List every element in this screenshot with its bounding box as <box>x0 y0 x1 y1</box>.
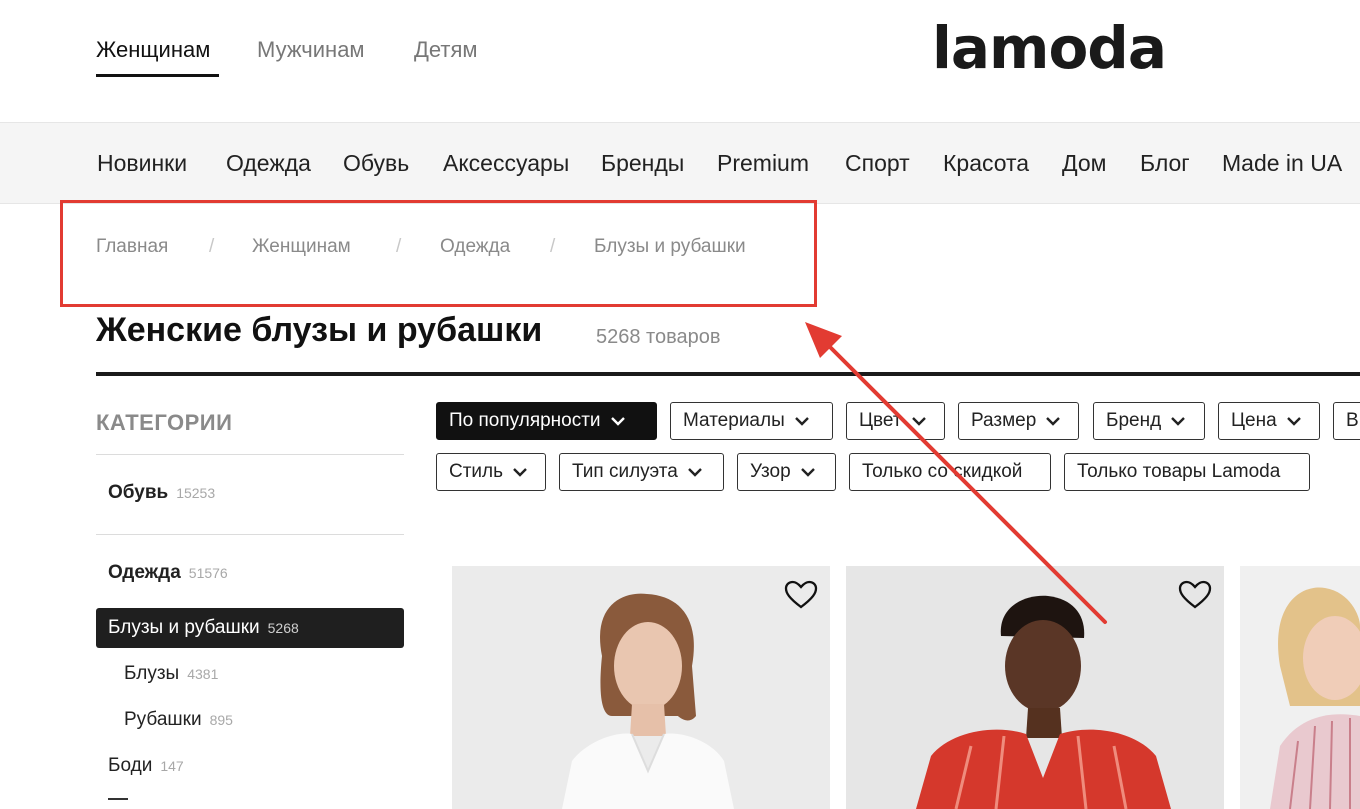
tab-kids[interactable]: Детям <box>414 37 478 63</box>
chip-label: В <box>1346 410 1359 431</box>
nav-item-home[interactable]: Дом <box>1062 150 1106 177</box>
nav-item-beauty[interactable]: Красота <box>943 150 1029 177</box>
chevron-down-icon <box>1286 417 1301 426</box>
filter-pattern[interactable]: Узор <box>737 453 836 491</box>
sidebar-item-partial <box>108 798 128 809</box>
sidebar-item-label: Обувь <box>108 482 169 503</box>
product-card[interactable] <box>452 566 830 809</box>
chevron-down-icon <box>687 468 702 477</box>
chevron-down-icon <box>800 468 815 477</box>
sidebar-item-active: Блузы и рубашки 5268 <box>108 617 299 639</box>
sidebar-item-shoes[interactable]: Обувь 15253 <box>108 482 215 504</box>
sidebar-item-label: Рубашки <box>124 709 202 730</box>
sidebar-item-blouses-shirts[interactable]: Блузы и рубашки 5268 <box>96 608 404 648</box>
product-photo <box>846 566 1224 809</box>
filter-materials[interactable]: Материалы <box>670 402 833 440</box>
nav-item-accessories[interactable]: Аксессуары <box>443 150 569 177</box>
sidebar-item-label: Боди <box>108 755 153 776</box>
nav-item-premium[interactable]: Premium <box>717 150 809 177</box>
chevron-down-icon <box>1171 417 1186 426</box>
sidebar-item-shirts[interactable]: Рубашки 895 <box>124 709 233 731</box>
active-tab-underline <box>96 74 219 77</box>
sidebar-item-count: 15253 <box>176 485 216 501</box>
chevron-down-icon <box>1046 417 1061 426</box>
sidebar-item-label: Одежда <box>108 562 181 583</box>
chip-label: По популярности <box>449 410 601 431</box>
nav-item-made-in-ua[interactable]: Made in UA <box>1222 150 1342 177</box>
divider <box>96 454 404 455</box>
sidebar-item-bodysuits[interactable]: Боди 147 <box>108 755 184 777</box>
filter-brand[interactable]: Бренд <box>1093 402 1205 440</box>
filter-lamoda-only-toggle[interactable]: Только товары Lamoda <box>1064 453 1310 491</box>
filter-discount-toggle[interactable]: Только со скидкой <box>849 453 1051 491</box>
annotation-highlight-box <box>60 200 817 307</box>
title-divider <box>96 372 1360 376</box>
filter-size[interactable]: Размер <box>958 402 1079 440</box>
page-title: Женские блузы и рубашки <box>96 311 543 349</box>
sidebar-heading: КАТЕГОРИИ <box>96 410 233 435</box>
nav-item-clothing[interactable]: Одежда <box>226 150 311 177</box>
filter-price[interactable]: Цена <box>1218 402 1320 440</box>
chip-label: Размер <box>971 410 1037 431</box>
product-photo <box>1240 566 1360 809</box>
category-nav: Новинки Одежда Обувь Аксессуары Бренды P… <box>0 122 1360 204</box>
lamoda-logo[interactable]: lamoda <box>932 14 1167 82</box>
nav-item-shoes[interactable]: Обувь <box>343 150 409 177</box>
sidebar-item-label: Блузы и рубашки <box>108 617 260 638</box>
chip-label: Узор <box>750 461 791 482</box>
chip-label: Только товары Lamoda <box>1077 461 1281 482</box>
tab-women[interactable]: Женщинам <box>96 37 210 63</box>
favorite-heart-icon[interactable] <box>784 580 818 610</box>
chevron-down-icon <box>911 417 926 426</box>
chip-label: Материалы <box>683 410 785 431</box>
chevron-down-icon <box>610 417 625 426</box>
chevron-down-icon <box>794 417 809 426</box>
chip-label: Цвет <box>859 410 902 431</box>
product-photo <box>452 566 830 809</box>
chip-label: Цена <box>1231 410 1277 431</box>
nav-item-sport[interactable]: Спорт <box>845 150 910 177</box>
sidebar-item-clothing[interactable]: Одежда 51576 <box>108 562 228 584</box>
nav-item-blog[interactable]: Блог <box>1140 150 1190 177</box>
tab-men[interactable]: Мужчинам <box>257 37 365 63</box>
product-card[interactable] <box>1240 566 1360 809</box>
sidebar-item-count: 895 <box>209 712 233 728</box>
filter-more-partial[interactable]: В <box>1333 402 1360 440</box>
filter-style[interactable]: Стиль <box>436 453 546 491</box>
sidebar-item-count: 147 <box>160 758 184 774</box>
filter-silhouette[interactable]: Тип силуэта <box>559 453 724 491</box>
product-count: 5268 товаров <box>596 326 721 348</box>
nav-item-new[interactable]: Новинки <box>97 150 187 177</box>
chevron-down-icon <box>513 468 527 477</box>
sidebar-item-count: 4381 <box>187 666 219 682</box>
chip-label: Только со скидкой <box>862 461 1023 482</box>
favorite-heart-icon[interactable] <box>1178 580 1212 610</box>
product-card[interactable] <box>846 566 1224 809</box>
sidebar-item-label: Блузы <box>124 663 180 684</box>
chip-label: Бренд <box>1106 410 1162 431</box>
divider <box>96 534 404 535</box>
chip-label: Тип силуэта <box>572 461 678 482</box>
chip-label: Стиль <box>449 461 504 482</box>
nav-item-brands[interactable]: Бренды <box>601 150 684 177</box>
sidebar-item-count: 51576 <box>188 565 228 581</box>
filter-color[interactable]: Цвет <box>846 402 945 440</box>
top-bar: Женщинам Мужчинам Детям lamoda <box>0 0 1360 122</box>
sidebar-item-blouses[interactable]: Блузы 4381 <box>124 663 218 685</box>
sort-popularity-select[interactable]: По популярности <box>436 402 657 440</box>
sidebar-item-count: 5268 <box>267 620 299 636</box>
